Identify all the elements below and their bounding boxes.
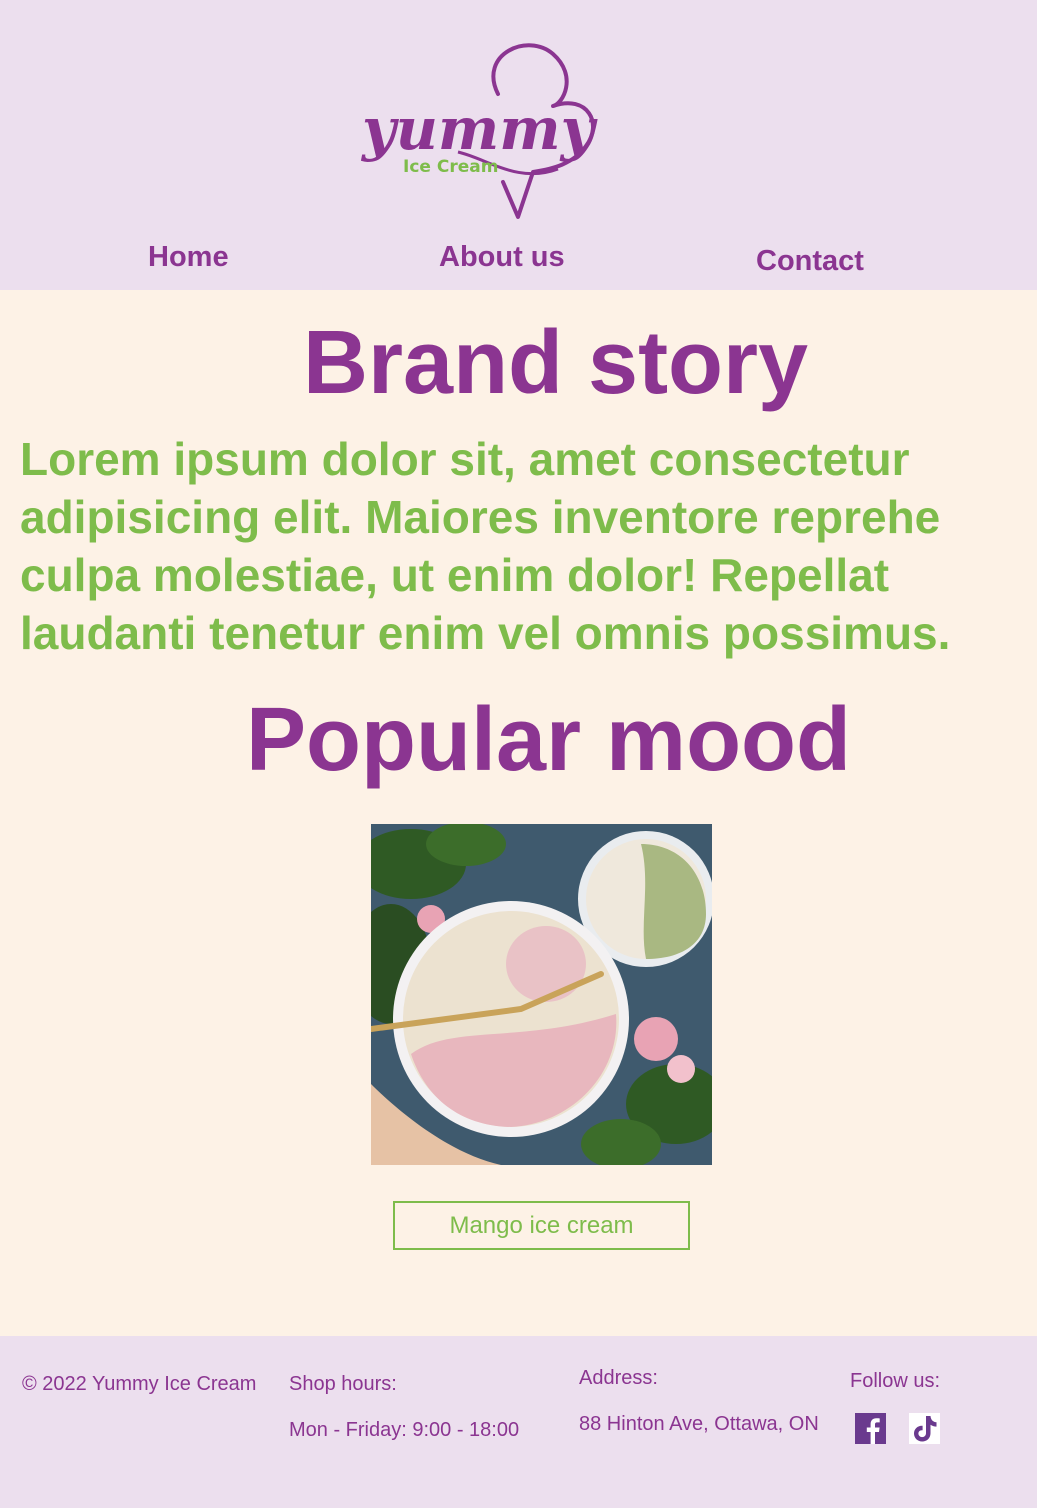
brand-story-text: Lorem ipsum dolor sit, amet consectetur … [20,430,1032,662]
brand-story-line: laudanti tenetur enim vel omnis possimus… [20,607,951,659]
facebook-icon[interactable] [855,1413,886,1444]
address-value: 88 Hinton Ave, Ottawa, ON [579,1413,819,1435]
address-label: Address: [579,1367,658,1389]
nav-about-us[interactable]: About us [439,243,565,272]
brand-story-line: Lorem ipsum dolor sit, amet consectetur [20,433,910,485]
popular-mood-title: Popular mood [246,690,851,790]
tiktok-icon[interactable] [909,1413,940,1444]
shop-hours-label: Shop hours: [289,1373,397,1395]
logo-wordmark: yummy [360,95,599,163]
site-header: yummy Ice Cream Home About us Contact [0,0,1037,290]
shop-hours-value: Mon - Friday: 9:00 - 18:00 [289,1419,520,1441]
yummy-ice-cream-logo[interactable]: yummy Ice Cream [358,34,608,224]
nav-home[interactable]: Home [148,243,229,272]
mango-ice-cream-button[interactable]: Mango ice cream [393,1201,690,1250]
follow-us-label: Follow us: [850,1370,941,1392]
brand-story-line: adipisicing elit. Maiores inventore repr… [20,491,941,543]
nav-contact[interactable]: Contact [756,247,864,276]
ice-cream-photo [371,824,712,1165]
brand-story-title: Brand story [303,313,809,413]
brand-story-line: culpa molestiae, ut enim dolor! Repellat [20,549,890,601]
copyright-text: © 2022 Yummy Ice Cream [22,1373,257,1395]
logo-tagline: Ice Cream [403,157,498,177]
